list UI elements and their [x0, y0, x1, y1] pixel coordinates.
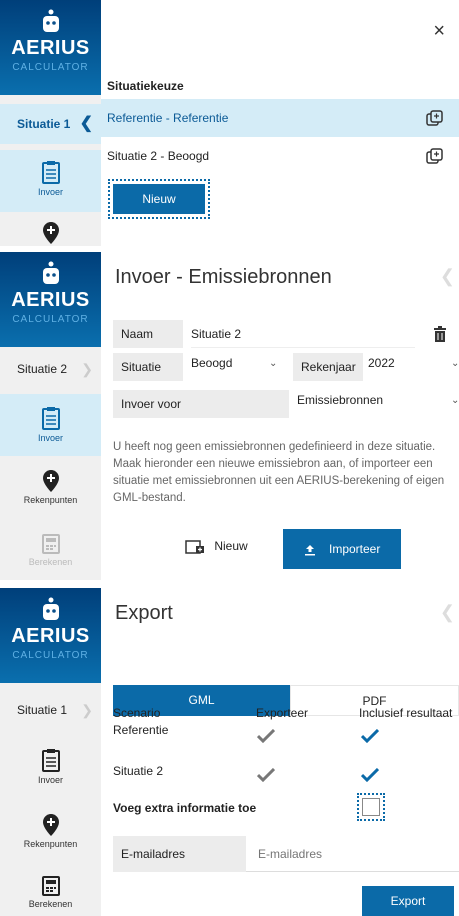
import-button[interactable]: Importeer: [283, 529, 401, 569]
situation-selector[interactable]: Situatie 1 ❮: [0, 104, 101, 144]
name-label: Naam: [113, 320, 183, 348]
import-label: Importeer: [328, 542, 381, 556]
situation-selector-label: Situatie 2: [17, 362, 68, 376]
trash-icon[interactable]: [433, 326, 447, 342]
add-file-icon: [185, 540, 204, 554]
situation-choice-main: × Situatiekeuze Referentie - Referentie …: [101, 0, 459, 246]
nav-berekenen-label: Berekenen: [28, 899, 73, 909]
page-title: Invoer - Emissiebronnen: [115, 266, 332, 288]
checkmark-icon[interactable]: [257, 768, 275, 782]
results-header: Inclusief resultaat: [359, 706, 453, 720]
logo-word: AERIUS: [11, 37, 90, 59]
copy-icon[interactable]: [426, 148, 444, 164]
situation-label: Situatie: [113, 353, 183, 381]
sidebar: AERIUS CALCULATOR Situatie 2 ❯ Invoer Re…: [0, 252, 101, 580]
chevron-left-icon: ❮: [79, 115, 93, 132]
location-pin-icon: [42, 470, 59, 492]
nav-rekenpunten[interactable]: Rekenpunten: [0, 808, 101, 866]
nav-invoer[interactable]: Invoer: [0, 740, 101, 802]
info-text: U heeft nog geen emissiebronnen gedefini…: [113, 441, 445, 504]
calculator-icon: [41, 534, 60, 554]
chevron-down-icon: ⌄: [269, 358, 278, 369]
nav-invoer[interactable]: Invoer: [0, 394, 101, 456]
new-situation-button[interactable]: Nieuw: [108, 179, 210, 219]
nav-berekenen-label: Berekenen: [28, 557, 73, 567]
scenario-row-label: Referentie: [113, 723, 169, 737]
export-header: Exporteer: [256, 706, 309, 720]
input-main: Invoer - Emissiebronnen ❮ Naam Situatie …: [101, 252, 459, 580]
aerius-logo[interactable]: AERIUS CALCULATOR: [0, 0, 101, 95]
copy-icon[interactable]: [426, 110, 444, 126]
export-main: Export ❮ GML PDF Scenario Exporteer Incl…: [101, 588, 459, 916]
sidebar: AERIUS CALCULATOR Situatie 1 ❮ Invoer: [0, 0, 101, 246]
chevron-left-icon[interactable]: ❮: [440, 602, 455, 623]
nav-invoer-label: Invoer: [37, 775, 63, 785]
page-title: Export: [115, 602, 173, 624]
situation-row-label: Referentie - Referentie: [107, 111, 229, 125]
logo-subtitle: CALCULATOR: [12, 650, 89, 661]
nav-invoer-label: Invoer: [37, 187, 63, 197]
export-button[interactable]: Export: [362, 886, 454, 916]
aerius-mascot-icon: [43, 9, 59, 32]
nav-rekenpunten[interactable]: Rekenpunten: [0, 464, 101, 522]
input-panel: AERIUS CALCULATOR Situatie 2 ❯ Invoer Re…: [0, 252, 459, 580]
situation-row[interactable]: Referentie - Referentie: [101, 99, 459, 137]
new-source-label: Nieuw: [214, 539, 248, 553]
chevron-down-icon: ⌄: [451, 358, 459, 369]
chevron-right-icon: ❯: [81, 702, 93, 718]
location-pin-icon: [42, 814, 59, 836]
new-source-button[interactable]: Nieuw: [185, 539, 248, 554]
scenario-header: Scenario: [113, 706, 161, 720]
close-icon[interactable]: ×: [433, 20, 445, 43]
nav-rekenpunten-label: Rekenpunten: [23, 495, 78, 505]
location-pin-icon: [42, 222, 59, 244]
checkmark-icon[interactable]: [257, 729, 275, 743]
year-select[interactable]: 2022: [368, 349, 448, 377]
clipboard-icon: [41, 407, 60, 430]
logo-word: AERIUS: [11, 289, 90, 311]
nav-berekenen: Berekenen: [0, 530, 101, 580]
situation-selector-label: Situatie 1: [17, 117, 71, 131]
extra-info-checkbox[interactable]: [357, 793, 385, 821]
name-field[interactable]: Situatie 2: [191, 320, 415, 348]
chevron-left-icon[interactable]: ❮: [440, 266, 455, 287]
situation-choice-panel: AERIUS CALCULATOR Situatie 1 ❮ Invoer × …: [0, 0, 459, 246]
email-label: E-mailadres: [113, 836, 246, 872]
nav-invoer[interactable]: Invoer: [0, 150, 101, 212]
input-for-select[interactable]: Emissiebronnen: [297, 386, 447, 414]
checkmark-icon[interactable]: [361, 768, 379, 782]
aerius-logo[interactable]: AERIUS CALCULATOR: [0, 252, 101, 347]
sidebar: AERIUS CALCULATOR Situatie 1 ❯ Invoer Re…: [0, 588, 101, 916]
upload-icon: [304, 544, 315, 556]
email-input[interactable]: [246, 836, 459, 872]
situation-selector-label: Situatie 1: [17, 703, 68, 717]
aerius-mascot-icon: [43, 261, 59, 284]
nav-berekenen[interactable]: Berekenen: [0, 872, 101, 916]
chevron-right-icon: ❯: [81, 361, 93, 377]
export-panel: AERIUS CALCULATOR Situatie 1 ❯ Invoer Re…: [0, 588, 459, 916]
chevron-down-icon: ⌄: [451, 395, 459, 406]
situation-selector[interactable]: Situatie 1 ❯: [0, 690, 101, 730]
section-label: Situatiekeuze: [107, 79, 184, 93]
nav-rekenpunten-label: Rekenpunten: [23, 839, 78, 849]
calculator-icon: [41, 876, 60, 896]
situation-selector[interactable]: Situatie 2 ❯: [0, 349, 101, 389]
logo-word: AERIUS: [11, 625, 90, 647]
nav-invoer-label: Invoer: [37, 433, 63, 443]
scenario-row-label: Situatie 2: [113, 764, 164, 778]
input-for-label: Invoer voor: [113, 390, 289, 418]
logo-subtitle: CALCULATOR: [12, 62, 89, 73]
nav-rekenpunten[interactable]: [0, 218, 101, 246]
situation-row-label: Situatie 2 - Beoogd: [107, 149, 210, 163]
year-label: Rekenjaar: [293, 353, 363, 381]
situation-row[interactable]: Situatie 2 - Beoogd: [101, 137, 459, 175]
checkmark-icon[interactable]: [361, 729, 379, 743]
aerius-logo[interactable]: AERIUS CALCULATOR: [0, 588, 101, 683]
clipboard-icon: [41, 749, 60, 772]
clipboard-icon: [41, 161, 60, 184]
logo-subtitle: CALCULATOR: [12, 314, 89, 325]
aerius-mascot-icon: [43, 597, 59, 620]
extra-info-label: Voeg extra informatie toe: [113, 801, 257, 815]
